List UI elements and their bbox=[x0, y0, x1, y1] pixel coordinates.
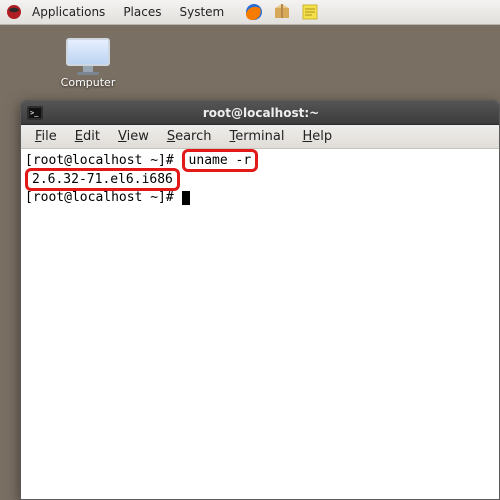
menu-file[interactable]: File bbox=[27, 126, 65, 147]
highlighted-command: uname -r bbox=[182, 149, 259, 172]
firefox-icon[interactable] bbox=[244, 2, 264, 22]
panel-menu-system[interactable]: System bbox=[171, 2, 232, 22]
gnome-top-panel: Applications Places System bbox=[0, 0, 500, 25]
terminal-line: [root@localhost ~]# bbox=[25, 189, 495, 206]
terminal-menubar: File Edit View Search Terminal Help bbox=[21, 125, 499, 149]
terminal-line: 2.6.32-71.el6.i686 bbox=[25, 170, 495, 189]
menu-view[interactable]: View bbox=[110, 126, 157, 147]
panel-menu-places[interactable]: Places bbox=[115, 2, 169, 22]
menu-terminal[interactable]: Terminal bbox=[222, 126, 293, 147]
window-title: root@localhost:~ bbox=[29, 106, 493, 120]
window-titlebar[interactable]: >_ root@localhost:~ bbox=[21, 101, 499, 125]
cursor bbox=[182, 191, 190, 205]
computer-icon bbox=[66, 38, 110, 72]
package-icon[interactable] bbox=[272, 2, 292, 22]
panel-menu-applications[interactable]: Applications bbox=[24, 2, 113, 22]
highlighted-output: 2.6.32-71.el6.i686 bbox=[25, 168, 180, 191]
terminal-window: >_ root@localhost:~ File Edit View Searc… bbox=[20, 100, 500, 500]
menu-search[interactable]: Search bbox=[159, 126, 220, 147]
note-icon[interactable] bbox=[300, 2, 320, 22]
menu-help[interactable]: Help bbox=[294, 126, 340, 147]
desktop-icon-computer[interactable]: Computer bbox=[52, 38, 124, 89]
redhat-icon bbox=[6, 4, 22, 20]
menu-edit[interactable]: Edit bbox=[67, 126, 108, 147]
desktop-icon-label: Computer bbox=[52, 76, 124, 89]
terminal-body[interactable]: [root@localhost ~]# uname -r 2.6.32-71.e… bbox=[21, 149, 499, 499]
